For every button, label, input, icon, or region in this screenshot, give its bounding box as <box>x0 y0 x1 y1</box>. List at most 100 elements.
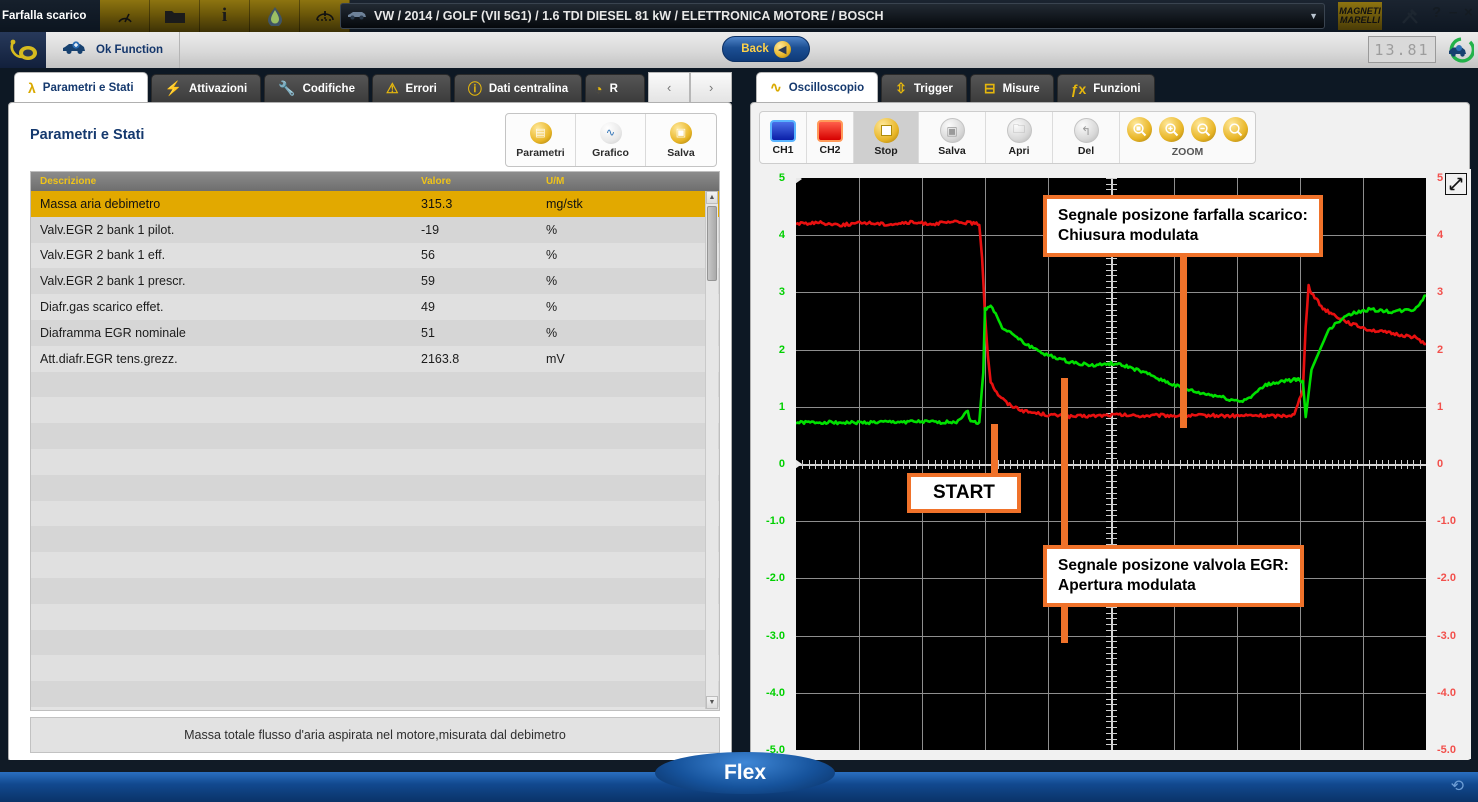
cell-descrizione: Massa aria debimetro <box>31 197 421 211</box>
table-row[interactable] <box>31 526 719 552</box>
tab-label: Codifiche <box>303 83 355 95</box>
close-button[interactable]: × <box>1464 4 1473 21</box>
open-folder-icon: 🗀 <box>1007 118 1032 143</box>
scroll-down-button[interactable]: ▼ <box>706 696 718 709</box>
zoom-region-icon[interactable] <box>1127 117 1152 142</box>
tab-trigger[interactable]: ⇳ Trigger <box>881 74 967 102</box>
table-row[interactable]: Massa aria debimetro315.3mg/stk <box>31 191 719 217</box>
grafico-button[interactable]: ∿ Grafico <box>576 114 646 166</box>
table-row[interactable]: Att.diafr.EGR tens.grezz.2163.8mV <box>31 346 719 372</box>
y-left-tick: 1 <box>779 401 785 413</box>
connector-status-icon <box>0 32 46 68</box>
function-bar: Ok Function Back ◀ 13.81 <box>0 32 1478 68</box>
cell-descrizione: Valv.EGR 2 bank 1 eff. <box>31 248 421 262</box>
minimize-button[interactable]: – <box>1449 4 1457 21</box>
tab-funzioni[interactable]: ƒx Funzioni <box>1057 74 1155 102</box>
ch2-label: CH2 <box>819 144 840 156</box>
tab-label: R <box>610 83 618 95</box>
folder-icon[interactable] <box>150 0 200 32</box>
table-row[interactable]: Valv.EGR 2 bank 1 prescr.59% <box>31 268 719 294</box>
cell-um: mV <box>546 352 666 366</box>
column-header-descrizione: Descrizione <box>31 176 421 187</box>
table-row[interactable]: Diafr.gas scarico effet.49% <box>31 294 719 320</box>
scroll-up-button[interactable]: ▲ <box>706 191 718 204</box>
table-header-row: Descrizione Valore U/M <box>31 172 719 191</box>
y-right-tick: -3.0 <box>1437 630 1456 642</box>
scope-del-button[interactable]: ↰ Del <box>1053 112 1120 163</box>
table-row[interactable] <box>31 449 719 475</box>
stop-button[interactable]: Stop <box>854 112 919 163</box>
tab-dati-centralina[interactable]: ⓘ Dati centralina <box>454 74 582 102</box>
salva-button[interactable]: ▣ Salva <box>646 114 716 166</box>
y-left-tick: 3 <box>779 286 785 298</box>
y-left-tick: -1.0 <box>766 515 785 527</box>
ok-function-item[interactable]: Ok Function <box>46 32 180 68</box>
table-row[interactable]: Valv.EGR 2 bank 1 eff.56% <box>31 243 719 269</box>
zoom-out-icon[interactable] <box>1191 117 1216 142</box>
table-row[interactable] <box>31 630 719 656</box>
cell-valore: -19 <box>421 223 546 237</box>
table-scrollbar[interactable]: ▲ ▼ <box>705 191 718 709</box>
scroll-thumb[interactable] <box>707 206 717 281</box>
arrow-left-icon: ◀ <box>774 41 791 58</box>
table-row[interactable] <box>31 578 719 604</box>
marker-throttle[interactable] <box>1180 238 1187 428</box>
tab-parametri-e-stati[interactable]: λ Parametri e Stati <box>14 72 148 102</box>
column-header-um: U/M <box>546 176 666 187</box>
back-button[interactable]: Back ◀ <box>722 36 810 62</box>
table-row[interactable] <box>31 372 719 398</box>
tab-label: Funzioni <box>1093 83 1140 95</box>
zoom-in-icon[interactable] <box>1159 117 1184 142</box>
tab-errori[interactable]: ⚠ Errori <box>372 74 451 102</box>
parametri-button[interactable]: ▤ Parametri <box>506 114 576 166</box>
y-right-tick: 2 <box>1437 344 1443 356</box>
tab-rapporti[interactable]: ◔ R <box>585 74 645 102</box>
cell-um: % <box>546 274 666 288</box>
table-row[interactable] <box>31 475 719 501</box>
oil-icon[interactable] <box>250 0 300 32</box>
table-row[interactable]: Valv.EGR 2 bank 1 pilot.-19% <box>31 217 719 243</box>
info-icon[interactable]: i <box>200 0 250 32</box>
ch1-button[interactable]: CH1 <box>760 112 807 163</box>
table-row[interactable] <box>31 397 719 423</box>
ch2-button[interactable]: CH2 <box>807 112 854 163</box>
zoom-reset-icon[interactable] <box>1223 117 1248 142</box>
table-row[interactable]: Diaframma EGR nominale51% <box>31 320 719 346</box>
table-row[interactable] <box>31 604 719 630</box>
gauge-icon[interactable] <box>100 0 150 32</box>
oscilloscope-panel: CH1 CH2 Stop ▣ Salva 🗀 Apri ↰ Del <box>750 102 1470 762</box>
y-right-tick: -2.0 <box>1437 572 1456 584</box>
table-row[interactable] <box>31 552 719 578</box>
vehicle-text: VW / 2014 / GOLF (VII 5G1) / 1.6 TDI DIE… <box>374 9 1309 23</box>
y-right-tick: 0 <box>1437 458 1443 470</box>
y-right-tick: -4.0 <box>1437 687 1456 699</box>
tab-prev-button[interactable]: ‹ <box>648 72 690 102</box>
tab-oscilloscopio[interactable]: ∿ Oscilloscopio <box>756 72 878 102</box>
tab-misure[interactable]: ⊟ Misure <box>970 74 1054 102</box>
y-right-tick: 3 <box>1437 286 1443 298</box>
tab-next-button[interactable]: › <box>690 72 732 102</box>
voltage-display: 13.81 <box>1368 36 1436 63</box>
action-label: Grafico <box>592 147 629 159</box>
parameters-panel: Parametri e Stati ▤ Parametri ∿ Grafico … <box>8 102 732 762</box>
chevron-down-icon[interactable]: ▼ <box>1309 11 1318 21</box>
tools-icon[interactable] <box>1400 6 1420 31</box>
oscilloscope-canvas[interactable] <box>796 178 1426 750</box>
table-row[interactable] <box>31 655 719 681</box>
vehicle-selector[interactable]: VW / 2014 / GOLF (VII 5G1) / 1.6 TDI DIE… <box>340 3 1325 29</box>
y-axis-right: 543210-1.0-2.0-3.0-4.0-5.0 <box>1426 169 1471 759</box>
table-row[interactable] <box>31 423 719 449</box>
flex-brand-badge: Flex <box>655 752 835 794</box>
list-icon: ▤ <box>530 122 552 144</box>
scope-apri-button[interactable]: 🗀 Apri <box>986 112 1053 163</box>
warning-triangle-icon: ⚠ <box>386 80 399 97</box>
stop-icon <box>874 118 899 143</box>
tab-codifiche[interactable]: 🔧 Codifiche <box>264 74 369 102</box>
table-row[interactable] <box>31 501 719 527</box>
tab-attivazioni[interactable]: ⚡ Attivazioni <box>151 74 262 102</box>
table-row[interactable] <box>31 681 719 707</box>
action-label: Salva <box>667 147 694 159</box>
help-button[interactable]: ? <box>1432 4 1441 21</box>
expand-arrows-icon[interactable] <box>1445 173 1467 195</box>
scope-salva-button[interactable]: ▣ Salva <box>919 112 986 163</box>
